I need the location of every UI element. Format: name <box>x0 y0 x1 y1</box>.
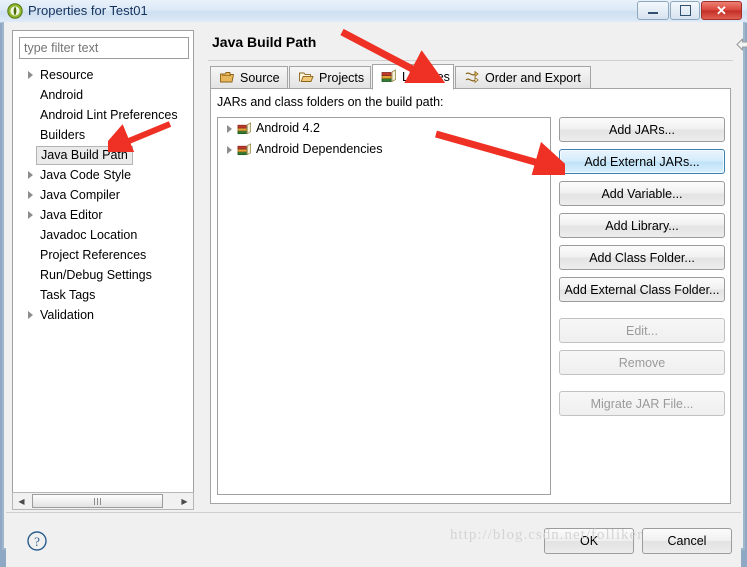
page-title: Java Build Path <box>212 34 317 50</box>
settings-tree-panel: Resource Android Android Lint Preferences B… <box>12 30 194 498</box>
sidebar-item-label: Task Tags <box>40 288 96 302</box>
sidebar-item-java-editor[interactable]: Java Editor <box>14 205 192 225</box>
tab-projects[interactable]: Projects <box>289 66 371 89</box>
migrate-jar-file-button: Migrate JAR File... <box>559 391 725 416</box>
minimize-icon <box>638 2 668 19</box>
library-books-icon <box>237 122 251 135</box>
svg-text:?: ? <box>34 534 40 549</box>
expand-arrow-icon[interactable] <box>227 146 232 154</box>
tab-order-and-export[interactable]: Order and Export <box>455 66 591 89</box>
grip-line <box>100 497 101 505</box>
maximize-button[interactable] <box>670 1 700 20</box>
scroll-left-icon[interactable]: ◀ <box>13 493 30 509</box>
tab-label: Source <box>240 71 280 85</box>
library-list-item[interactable]: Android 4.2 <box>218 118 550 139</box>
expand-arrow-icon[interactable] <box>28 71 33 79</box>
sidebar-item-label: Java Code Style <box>40 168 132 182</box>
dialog-body: Resource Android Android Lint Preferences B… <box>2 22 747 567</box>
sidebar-item-label: Java Editor <box>40 208 103 222</box>
page-panel: Java Build Path Source Projects Librarie… <box>202 28 747 510</box>
header-divider <box>208 60 733 61</box>
tab-label: Libraries <box>402 70 450 84</box>
libraries-list[interactable]: Android 4.2 Android Dependencies <box>217 117 551 495</box>
sidebar-item-validation[interactable]: Validation <box>14 305 192 325</box>
sidebar-item-label: Run/Debug Settings <box>40 268 152 282</box>
library-list-item-label: Android 4.2 <box>256 121 320 135</box>
expand-arrow-icon[interactable] <box>28 171 33 179</box>
tab-libraries[interactable]: Libraries <box>372 64 454 90</box>
library-list-item-label: Android Dependencies <box>256 142 383 156</box>
open-folder-icon <box>299 72 314 82</box>
close-icon: ✕ <box>716 2 727 18</box>
sidebar-item-project-references[interactable]: Project References <box>14 245 192 265</box>
sidebar-item-javadoc-location[interactable]: Javadoc Location <box>14 225 192 245</box>
tab-label: Projects <box>319 71 365 85</box>
filter-input[interactable] <box>19 37 189 59</box>
add-external-class-folder-button[interactable]: Add External Class Folder... <box>559 277 725 302</box>
add-library-button[interactable]: Add Library... <box>559 213 725 238</box>
sidebar-item-android[interactable]: Android <box>14 85 192 105</box>
expand-arrow-icon[interactable] <box>28 311 33 319</box>
sidebar-item-java-build-path[interactable]: Java Build Path <box>14 145 192 165</box>
sidebar-item-label: Java Build Path <box>36 146 133 165</box>
library-list-item[interactable]: Android Dependencies <box>218 139 550 160</box>
sidebar-item-label: Builders <box>40 128 86 142</box>
cancel-button[interactable]: Cancel <box>642 528 732 554</box>
sidebar-item-run-debug-settings[interactable]: Run/Debug Settings <box>14 265 192 285</box>
button-group-spacer <box>559 382 725 391</box>
scroll-right-icon[interactable]: ▶ <box>176 493 193 509</box>
add-class-folder-button[interactable]: Add Class Folder... <box>559 245 725 270</box>
library-books-icon <box>237 143 251 156</box>
add-variable-button[interactable]: Add Variable... <box>559 181 725 206</box>
expand-arrow-icon[interactable] <box>28 191 33 199</box>
window-title: Properties for Test01 <box>28 3 148 18</box>
sidebar-item-label: Project References <box>40 248 147 262</box>
sidebar-item-label: Android <box>40 88 84 102</box>
sidebar-item-task-tags[interactable]: Task Tags <box>14 285 192 305</box>
watermark-text: http://blog.csdn.net/folliker <box>450 527 644 543</box>
tab-source[interactable]: Source <box>210 66 288 89</box>
source-folder-icon <box>220 71 234 82</box>
sidebar-item-java-code-style[interactable]: Java Code Style <box>14 165 192 185</box>
sidebar-item-builders[interactable]: Builders <box>14 125 192 145</box>
expand-arrow-icon[interactable] <box>28 211 33 219</box>
button-group-spacer <box>559 309 725 318</box>
title-bar: Properties for Test01 ✕ <box>0 0 747 23</box>
sidebar-item-label: Validation <box>40 308 94 322</box>
back-arrow-icon[interactable] <box>735 37 747 55</box>
settings-tree: Resource Android Android Lint Preferences B… <box>14 65 192 325</box>
edit-button: Edit... <box>559 318 725 343</box>
sidebar-item-label: Java Compiler <box>40 188 120 202</box>
sidebar-item-java-compiler[interactable]: Java Compiler <box>14 185 192 205</box>
scrollbar-thumb[interactable] <box>32 494 163 508</box>
add-jars-button[interactable]: Add JARs... <box>559 117 725 142</box>
maximize-icon <box>671 2 699 19</box>
expand-arrow-icon[interactable] <box>227 125 232 133</box>
add-external-jars-button[interactable]: Add External JARs... <box>559 149 725 174</box>
remove-button: Remove <box>559 350 725 375</box>
order-export-icon <box>465 70 479 83</box>
close-button[interactable]: ✕ <box>701 1 742 20</box>
minimize-button[interactable] <box>637 1 669 20</box>
sidebar-item-label: Javadoc Location <box>40 228 138 242</box>
libraries-tab-pane: JARs and class folders on the build path… <box>210 88 731 504</box>
sidebar-item-android-lint-preferences[interactable]: Android Lint Preferences <box>14 105 192 125</box>
tab-label: Order and Export <box>485 71 581 85</box>
help-icon[interactable]: ? <box>26 530 48 555</box>
grip-line <box>97 497 98 505</box>
sidebar-item-label: Resource <box>40 68 94 82</box>
eclipse-icon <box>7 3 23 19</box>
library-books-icon <box>381 68 396 82</box>
grip-line <box>94 497 95 505</box>
tree-horizontal-scrollbar[interactable]: ◀ ▶ <box>12 492 194 510</box>
libraries-description: JARs and class folders on the build path… <box>217 95 444 109</box>
sidebar-item-label: Android Lint Preferences <box>40 108 178 122</box>
sidebar-item-resource[interactable]: Resource <box>14 65 192 85</box>
libraries-action-buttons: Add JARs... Add External JARs... Add Varia… <box>559 117 725 423</box>
properties-dialog: Properties for Test01 ✕ Resource Android A… <box>0 0 747 567</box>
